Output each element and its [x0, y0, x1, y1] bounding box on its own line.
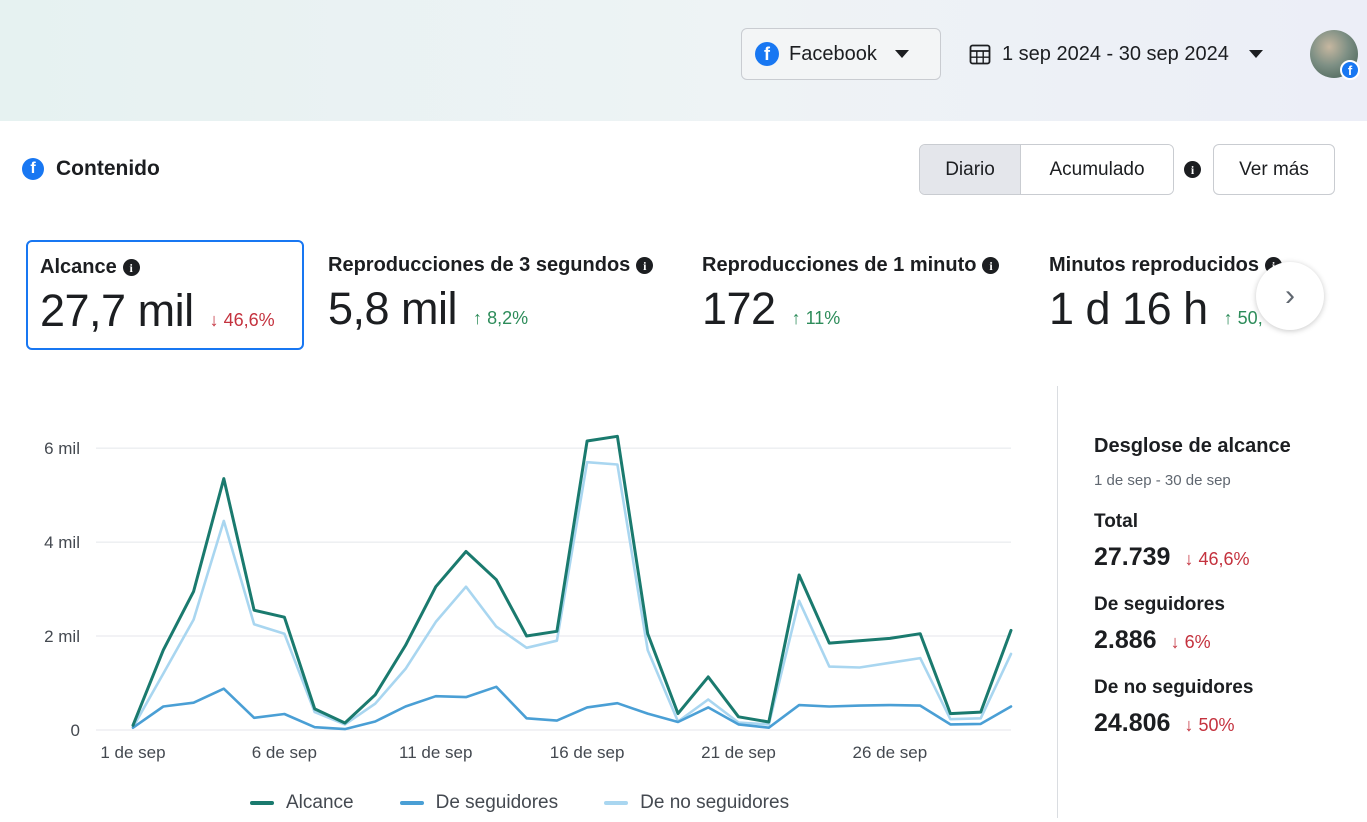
y-tick-label: 4 mil: [44, 533, 80, 552]
metric-label: Minutos reproducidos: [1049, 254, 1259, 276]
content-card: f Contenido Diario Acumulado i Ver más A…: [6, 121, 1358, 822]
date-range-label: 1 sep 2024 - 30 sep 2024: [1002, 42, 1229, 65]
platform-label: Facebook: [789, 42, 877, 65]
reach-line-chart: 0 2 mil 4 mil 6 mil 1 de sep 6 de sep 11 de se…: [44, 434, 1013, 762]
metric-card-reach[interactable]: Alcance i 27,7 mil ↓ 46,6%: [26, 240, 304, 350]
breakdown-title: Desglose de alcance: [1094, 435, 1291, 457]
metric-value: 5,8 mil: [328, 283, 458, 334]
metric-delta: ↑ 11%: [791, 308, 841, 328]
y-tick-label: 0: [71, 721, 80, 740]
breakdown-delta: ↓ 6%: [1170, 632, 1211, 652]
info-icon[interactable]: i: [1184, 161, 1201, 178]
info-icon[interactable]: i: [636, 257, 654, 274]
platform-selector[interactable]: f Facebook: [741, 28, 941, 80]
breakdown-label: De no seguidores: [1094, 677, 1254, 698]
x-tick-label: 1 de sep: [100, 743, 165, 762]
metrics-row: Alcance i 27,7 mil ↓ 46,6% Reproduccione…: [26, 240, 1336, 352]
series-line-1[interactable]: [131, 685, 1013, 731]
caret-down-icon: [894, 50, 909, 58]
caret-down-icon: [1248, 50, 1263, 58]
x-tick-label: 6 de sep: [252, 743, 317, 762]
legend-label: De no seguidores: [640, 792, 790, 813]
avatar[interactable]: f: [1310, 30, 1360, 80]
see-more-button[interactable]: Ver más: [1213, 144, 1335, 195]
x-tick-label: 26 de sep: [853, 743, 928, 762]
breakdown-label: De seguidores: [1094, 594, 1225, 615]
breakdown-value: 24.806: [1094, 709, 1171, 737]
legend-item[interactable]: De seguidores: [399, 792, 559, 814]
y-tick-label: 6 mil: [44, 439, 80, 458]
metric-label: Alcance: [40, 256, 117, 278]
breakdown-total: Total 27.739 ↓ 46,6%: [1094, 511, 1344, 572]
breakdown-label: Total: [1094, 511, 1138, 532]
view-toggle: Diario Acumulado: [919, 144, 1174, 195]
x-tick-label: 21 de sep: [701, 743, 776, 762]
breakdown-non-followers: De no seguidores 24.806 ↓ 50%: [1094, 677, 1344, 738]
x-tick-label: 11 de sep: [399, 743, 472, 762]
top-bar: f Facebook 1 sep 2024 - 30 sep 2024 f: [0, 0, 1367, 121]
legend-label: Alcance: [286, 792, 354, 813]
facebook-badge-icon: f: [1340, 60, 1360, 80]
metric-delta: ↑ 8,2%: [473, 308, 529, 328]
toggle-daily[interactable]: Diario: [920, 145, 1021, 194]
metric-delta: ↓ 46,6%: [209, 310, 275, 330]
divider: [1057, 386, 1058, 818]
section-title: Contenido: [56, 157, 160, 180]
legend-swatch: [250, 801, 274, 805]
breakdown-value: 27.739: [1094, 543, 1171, 571]
y-tick-label: 2 mil: [44, 627, 80, 646]
facebook-icon: f: [22, 158, 44, 180]
series-line-2[interactable]: [131, 460, 1013, 729]
breakdown-followers: De seguidores 2.886 ↓ 6%: [1094, 594, 1344, 655]
facebook-icon: f: [755, 42, 779, 66]
breakdown-subtitle: 1 de sep - 30 de sep: [1094, 472, 1231, 489]
next-metrics-button[interactable]: ›: [1256, 262, 1324, 330]
reach-breakdown: Desglose de alcance 1 de sep - 30 de sep…: [1094, 435, 1344, 738]
legend-swatch: [399, 801, 424, 805]
metric-delta: ↑ 50,: [1223, 308, 1263, 328]
date-range-selector[interactable]: 1 sep 2024 - 30 sep 2024: [968, 36, 1263, 72]
metric-card-1min-plays[interactable]: Reproducciones de 1 minuto i 172 ↑ 11%: [690, 240, 1011, 350]
metric-label: Reproducciones de 3 segundos: [328, 254, 631, 276]
legend-swatch: [604, 801, 629, 805]
metric-value: 1 d 16 h: [1049, 283, 1208, 334]
chart-legend: Alcance De seguidores De no seguidores: [250, 792, 789, 814]
section-header: f Contenido: [22, 157, 160, 181]
breakdown-delta: ↓ 46,6%: [1184, 549, 1250, 569]
info-icon[interactable]: i: [982, 257, 1000, 274]
calendar-icon: [969, 44, 991, 65]
x-tick-label: 16 de sep: [550, 743, 625, 762]
breakdown-value: 2.886: [1094, 626, 1157, 654]
metric-value: 172: [702, 283, 776, 334]
legend-item[interactable]: De no seguidores: [604, 792, 789, 814]
legend-label: De seguidores: [435, 792, 559, 813]
breakdown-delta: ↓ 50%: [1184, 715, 1235, 735]
toggle-cumulative[interactable]: Acumulado: [1021, 145, 1173, 194]
metric-card-3s-plays[interactable]: Reproducciones de 3 segundos i 5,8 mil ↑…: [316, 240, 665, 350]
info-icon[interactable]: i: [122, 259, 140, 276]
metric-label: Reproducciones de 1 minuto: [702, 254, 977, 276]
metric-value: 27,7 mil: [40, 285, 194, 336]
series-line-0[interactable]: [131, 434, 1013, 727]
legend-item[interactable]: Alcance: [250, 792, 354, 814]
